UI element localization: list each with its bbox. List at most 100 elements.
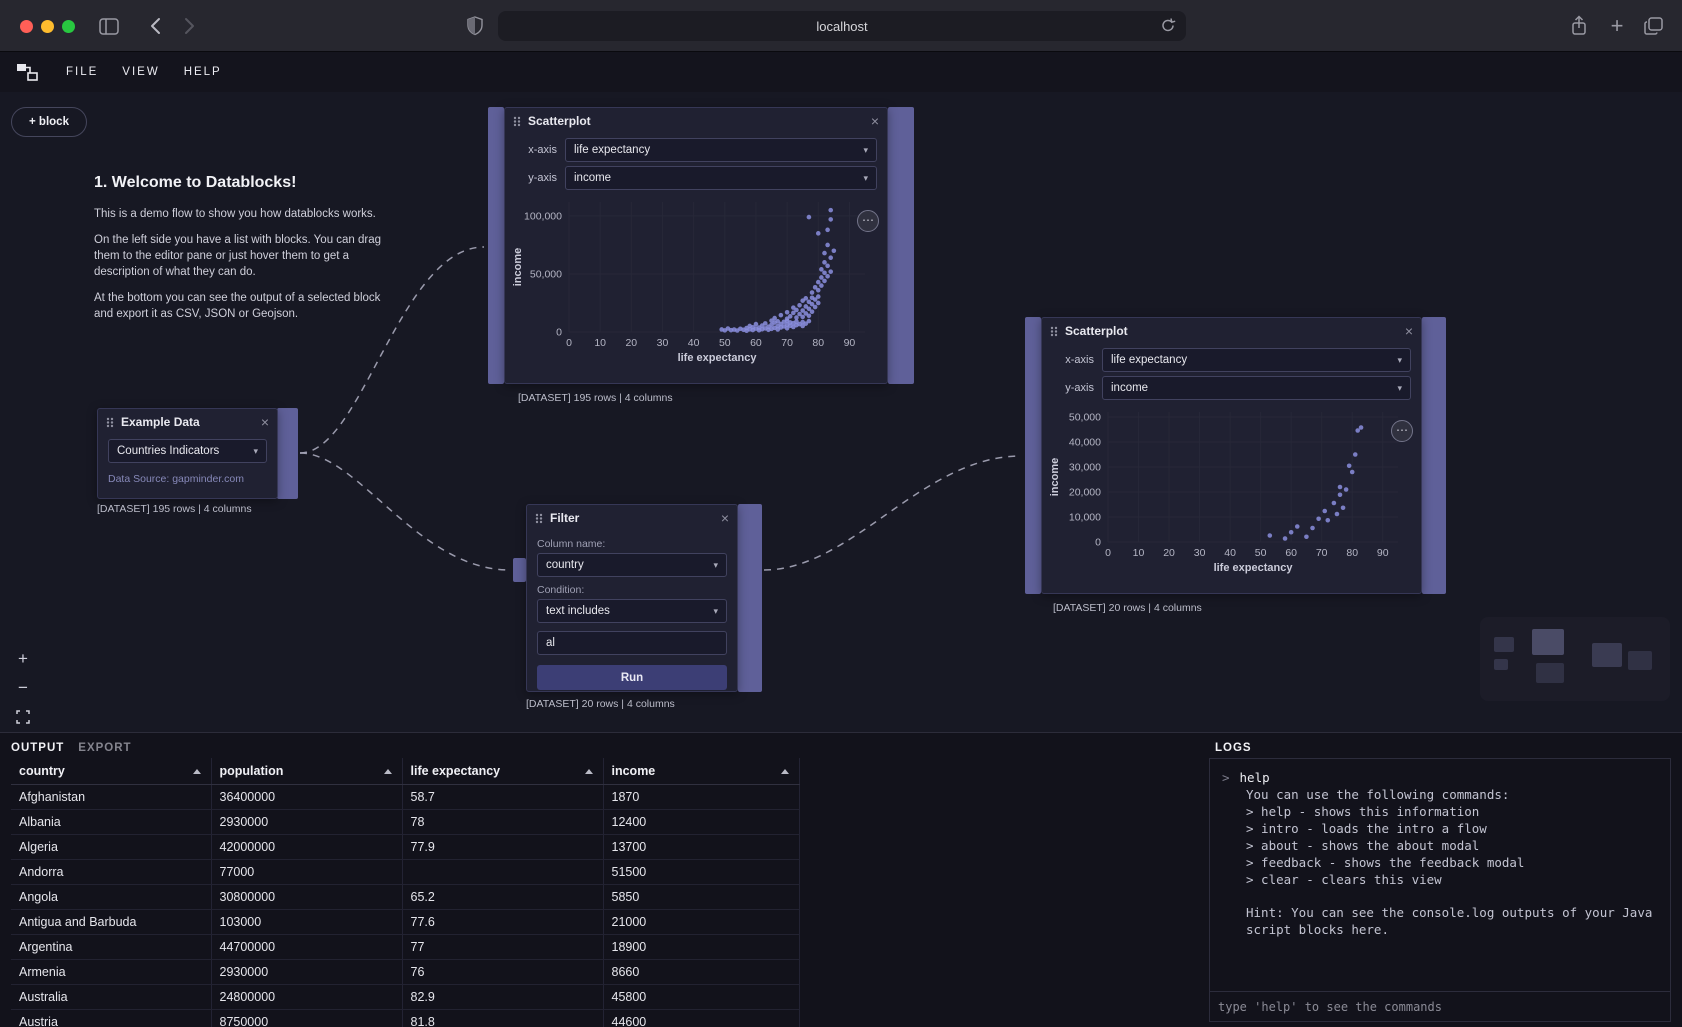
- tab-output[interactable]: OUTPUT: [11, 742, 64, 754]
- condition-select[interactable]: text includes ▾: [537, 599, 727, 623]
- scatterplot-right-output-port[interactable]: [1422, 317, 1446, 594]
- more-options-button[interactable]: ⋯: [1391, 420, 1413, 442]
- more-options-button[interactable]: ⋯: [857, 210, 879, 232]
- close-icon[interactable]: ×: [1405, 324, 1413, 338]
- filter-node-header[interactable]: Filter ×: [527, 505, 737, 531]
- table-cell: 77000: [211, 859, 402, 884]
- window-minimize-button[interactable]: [41, 20, 54, 33]
- drag-handle-icon[interactable]: [535, 513, 543, 524]
- window-close-button[interactable]: [20, 20, 33, 33]
- example-data-output-port[interactable]: [277, 408, 298, 499]
- sort-caret-icon[interactable]: [193, 769, 201, 774]
- table-cell: 77: [402, 934, 603, 959]
- share-icon[interactable]: [1566, 14, 1592, 38]
- table-cell: 77.9: [402, 834, 603, 859]
- example-data-node[interactable]: Example Data × Countries Indicators ▾ Da…: [97, 408, 278, 499]
- back-icon[interactable]: [142, 14, 168, 38]
- zoom-in-icon[interactable]: +: [12, 648, 34, 670]
- table-row: Algeria4200000077.913700: [11, 834, 799, 859]
- scatterplot-top-node[interactable]: Scatterplot × x-axis life expectancy ▾ y…: [504, 107, 888, 384]
- filter-output-port[interactable]: [738, 504, 762, 692]
- tab-export[interactable]: EXPORT: [78, 742, 131, 754]
- drag-handle-icon[interactable]: [513, 116, 521, 127]
- svg-text:income: income: [1049, 458, 1061, 497]
- close-icon[interactable]: ×: [871, 114, 879, 128]
- column-header[interactable]: life expectancy: [402, 758, 603, 784]
- table-cell: 13700: [603, 834, 799, 859]
- table-cell: 82.9: [402, 984, 603, 1009]
- sidebar-toggle-icon[interactable]: [96, 14, 122, 38]
- privacy-shield-icon[interactable]: [462, 14, 488, 38]
- y-axis-select[interactable]: income ▾: [565, 166, 877, 190]
- add-block-button[interactable]: + block: [11, 107, 87, 137]
- table-cell: 65.2: [402, 884, 603, 909]
- drag-handle-icon[interactable]: [1050, 326, 1058, 337]
- scatterplot-top-input-port[interactable]: [488, 107, 504, 384]
- welcome-note: 1. Welcome to Datablocks! This is a demo…: [94, 174, 399, 333]
- scatterplot-right-node[interactable]: Scatterplot × x-axis life expectancy ▾ y…: [1041, 317, 1422, 594]
- flow-canvas[interactable]: + block 1. Welcome to Datablocks! This i…: [0, 92, 1682, 732]
- chevron-down-icon: ▾: [863, 145, 868, 156]
- scatter-chart: 0102030405060708090010,00020,00030,00040…: [1046, 404, 1421, 581]
- scatterplot-top-node-header[interactable]: Scatterplot ×: [505, 108, 887, 134]
- url-bar[interactable]: localhost: [498, 11, 1186, 41]
- table-cell: Angola: [11, 884, 211, 909]
- sort-caret-icon[interactable]: [781, 769, 789, 774]
- drag-handle-icon[interactable]: [106, 417, 114, 428]
- table-cell: Andorra: [11, 859, 211, 884]
- scatterplot-top-output-port[interactable]: [888, 107, 914, 384]
- app-logo-icon[interactable]: [16, 63, 38, 81]
- welcome-paragraph: At the bottom you can see the output of …: [94, 290, 399, 322]
- column-header[interactable]: income: [603, 758, 799, 784]
- filter-input-port[interactable]: [513, 558, 526, 582]
- zoom-out-icon[interactable]: −: [12, 677, 34, 699]
- log-line: > about - shows the about modal: [1246, 837, 1658, 854]
- run-button[interactable]: Run: [537, 665, 727, 690]
- app-menu-bar: FILE VIEW HELP: [0, 52, 1682, 92]
- dataset-select[interactable]: Countries Indicators ▾: [108, 439, 267, 463]
- refresh-icon[interactable]: [1160, 17, 1176, 34]
- y-axis-select[interactable]: income ▾: [1102, 376, 1411, 400]
- close-icon[interactable]: ×: [721, 511, 729, 525]
- table-cell: 58.7: [402, 784, 603, 809]
- column-header[interactable]: population: [211, 758, 402, 784]
- fit-view-icon[interactable]: [12, 706, 34, 728]
- condition-label: Condition:: [537, 584, 727, 596]
- new-tab-icon[interactable]: +: [1604, 14, 1630, 38]
- node-title: Example Data: [121, 415, 261, 429]
- sort-caret-icon[interactable]: [384, 769, 392, 774]
- svg-text:life expectancy: life expectancy: [1214, 562, 1294, 574]
- example-data-node-header[interactable]: Example Data ×: [98, 409, 277, 435]
- log-line: > intro - loads the intro a flow: [1246, 820, 1658, 837]
- tab-overview-icon[interactable]: [1640, 14, 1666, 38]
- welcome-title: 1. Welcome to Datablocks!: [94, 174, 399, 192]
- table-row: Angola3080000065.25850: [11, 884, 799, 909]
- table-cell: Argentina: [11, 934, 211, 959]
- forward-icon[interactable]: [176, 14, 202, 38]
- chevron-down-icon: ▾: [713, 560, 718, 571]
- column-header[interactable]: country: [11, 758, 211, 784]
- svg-text:20,000: 20,000: [1069, 487, 1101, 499]
- x-axis-select[interactable]: life expectancy ▾: [1102, 348, 1411, 372]
- column-select-value: country: [546, 559, 584, 571]
- scatterplot-right-node-header[interactable]: Scatterplot ×: [1042, 318, 1421, 344]
- menu-item-view[interactable]: VIEW: [110, 60, 171, 84]
- filter-node[interactable]: Filter × Column name: country ▾ Conditio…: [526, 504, 738, 692]
- scatterplot-right-input-port[interactable]: [1025, 317, 1041, 594]
- close-icon[interactable]: ×: [261, 415, 269, 429]
- column-select[interactable]: country ▾: [537, 553, 727, 577]
- svg-text:100,000: 100,000: [524, 210, 562, 222]
- menu-item-file[interactable]: FILE: [54, 60, 110, 84]
- window-zoom-button[interactable]: [62, 20, 75, 33]
- x-axis-select[interactable]: life expectancy ▾: [565, 138, 877, 162]
- filter-query-input[interactable]: [537, 631, 727, 655]
- svg-text:10,000: 10,000: [1069, 512, 1101, 524]
- output-table-body: Afghanistan3640000058.71870Albania293000…: [11, 784, 799, 1027]
- table-cell: 103000: [211, 909, 402, 934]
- sort-caret-icon[interactable]: [585, 769, 593, 774]
- data-source-label: Data Source: gapminder.com: [108, 473, 267, 485]
- minimap[interactable]: [1480, 617, 1670, 701]
- menu-item-help[interactable]: HELP: [172, 60, 234, 84]
- svg-text:80: 80: [1346, 547, 1358, 559]
- logs-command-input[interactable]: [1210, 991, 1670, 1021]
